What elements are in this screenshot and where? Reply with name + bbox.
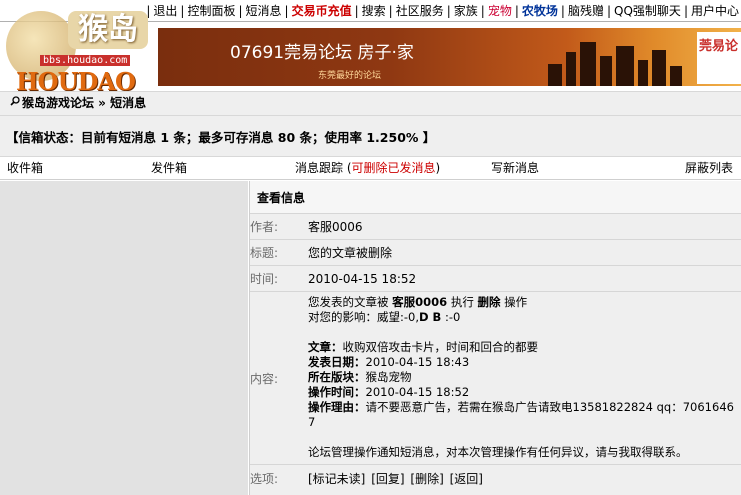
content-line-footer: 论坛管理操作通知短消息，对本次管理操作有任何异议，请与我取得联系。 bbox=[308, 445, 688, 459]
delete-link[interactable]: [删除] bbox=[410, 472, 443, 486]
panel-title: 查看信息 bbox=[250, 181, 741, 214]
subject-label: 标题: bbox=[250, 246, 279, 260]
back-link[interactable]: [返回] bbox=[450, 472, 483, 486]
delete-sent-link[interactable]: 可删除已发消息 bbox=[352, 161, 436, 175]
author-value[interactable]: 客服0006 bbox=[308, 214, 363, 240]
nav-separator: | bbox=[238, 3, 243, 18]
nav-item[interactable]: 短消息 bbox=[246, 2, 282, 19]
nav-separator: | bbox=[284, 3, 289, 18]
nav-separator: | bbox=[446, 3, 451, 18]
breadcrumb-text[interactable]: 猴岛游戏论坛 » 短消息 bbox=[22, 96, 146, 110]
nav-separator: | bbox=[180, 3, 185, 18]
content-line-posted: 发表日期：2010-04-15 18:43 bbox=[308, 355, 470, 369]
tab-inbox[interactable]: 收件箱 bbox=[7, 157, 43, 179]
content-label: 内容: bbox=[250, 372, 279, 386]
banner-brand: 莞易论 bbox=[697, 32, 741, 84]
tab-compose[interactable]: 写新消息 bbox=[491, 157, 539, 179]
tab-blocklist[interactable]: 屏蔽列表 bbox=[685, 157, 733, 179]
nav-separator: | bbox=[514, 3, 519, 18]
author-row: 作者: 客服0006 bbox=[250, 214, 741, 240]
banner-title: 07691莞易论坛 房子·家 bbox=[230, 43, 414, 63]
nav-item[interactable]: 控制面板 bbox=[187, 2, 235, 19]
tab-tracking[interactable]: 消息跟踪 (可删除已发消息) bbox=[295, 157, 440, 179]
message-panel: 查看信息 作者: 客服0006 标题: 您的文章被删除 时间: 2010-04-… bbox=[249, 181, 741, 495]
nav-item[interactable]: 交易币充值 bbox=[292, 2, 352, 19]
search-icon bbox=[10, 96, 20, 106]
logo-chinese-text: 猴岛 bbox=[68, 11, 148, 49]
ad-banner[interactable]: 07691莞易论坛 房子·家 东莞最好的论坛 莞易论 bbox=[158, 28, 741, 86]
nav-separator: | bbox=[683, 3, 688, 18]
nav-separator: | bbox=[560, 3, 565, 18]
left-panel bbox=[0, 181, 248, 495]
nav-item[interactable]: 搜索 bbox=[362, 2, 386, 19]
nav-separator: | bbox=[606, 3, 612, 18]
logo-url: bbs.houdao.com bbox=[40, 55, 131, 66]
nav-separator: | bbox=[388, 3, 393, 18]
tab-tracking-suffix: ) bbox=[435, 161, 441, 175]
content-line-reason: 操作理由：请不要恶意广告，若需在猴岛广告请致电13581822824 qq：70… bbox=[308, 400, 734, 429]
content-line-impact: 对您的影响：威望:-0,D B :-0 bbox=[308, 310, 461, 324]
nav-separator: | bbox=[354, 3, 359, 18]
banner-city-skyline bbox=[548, 36, 688, 86]
options-label: 选项: bbox=[250, 472, 279, 486]
content-line-board: 所在版块：猴岛宠物 bbox=[308, 370, 412, 384]
options-row: 选项: [标记未读] [回复] [删除] [返回] bbox=[250, 465, 741, 495]
content-line-article: 文章：收购双倍攻击卡片，时间和回合的都要 bbox=[308, 340, 538, 354]
options-links: [标记未读] [回复] [删除] [返回] bbox=[308, 465, 485, 493]
nav-separator: | bbox=[480, 3, 485, 18]
time-value: 2010-04-15 18:52 bbox=[308, 272, 417, 286]
tab-outbox[interactable]: 发件箱 bbox=[151, 157, 187, 179]
time-label: 时间: bbox=[250, 272, 279, 286]
author-label: 作者: bbox=[250, 220, 279, 234]
time-row: 时间: 2010-04-15 18:52 bbox=[250, 266, 741, 292]
nav-item[interactable]: QQ强制聊天 bbox=[614, 2, 681, 19]
mark-unread-link[interactable]: [标记未读] bbox=[308, 472, 365, 486]
content-row: 内容: 您发表的文章被 客服0006 执行 删除 操作 对您的影响：威望:-0,… bbox=[250, 292, 741, 465]
subject-row: 标题: 您的文章被删除 bbox=[250, 240, 741, 266]
site-logo[interactable]: 猴岛 bbs.houdao.com HOUDAO bbox=[6, 3, 156, 96]
nav-item[interactable]: 用户中心 bbox=[691, 2, 739, 19]
message-content: 您发表的文章被 客服0006 执行 删除 操作 对您的影响：威望:-0,D B … bbox=[308, 295, 740, 460]
subject-value: 您的文章被删除 bbox=[308, 246, 393, 260]
banner-subtitle: 东莞最好的论坛 bbox=[318, 71, 382, 81]
mailbox-status: 【信箱状态：目前有短消息 1 条；最多可存消息 80 条；使用率 1.250% … bbox=[0, 115, 741, 157]
nav-item[interactable]: 家族 bbox=[454, 2, 478, 19]
content-line-operation: 您发表的文章被 客服0006 执行 删除 操作 bbox=[308, 295, 528, 309]
site-header: 猴岛 bbs.houdao.com HOUDAO 07691莞易论坛 房子·家 … bbox=[0, 11, 741, 96]
nav-item[interactable]: 宠物 bbox=[488, 2, 512, 19]
message-tabs: 收件箱 发件箱 消息跟踪 (可删除已发消息) 写新消息 屏蔽列表 bbox=[0, 157, 741, 180]
nav-item[interactable]: 退出 bbox=[153, 2, 177, 19]
content-line-optime: 操作时间：2010-04-15 18:52 bbox=[308, 385, 470, 399]
tab-tracking-prefix: 消息跟踪 ( bbox=[295, 161, 352, 175]
nav-item[interactable]: 农牧场 bbox=[522, 2, 558, 19]
nav-item[interactable]: 社区服务 bbox=[396, 2, 444, 19]
reply-link[interactable]: [回复] bbox=[371, 472, 404, 486]
breadcrumb: 猴岛游戏论坛 » 短消息 bbox=[0, 91, 741, 115]
nav-item[interactable]: 脑残赠 bbox=[568, 2, 604, 19]
